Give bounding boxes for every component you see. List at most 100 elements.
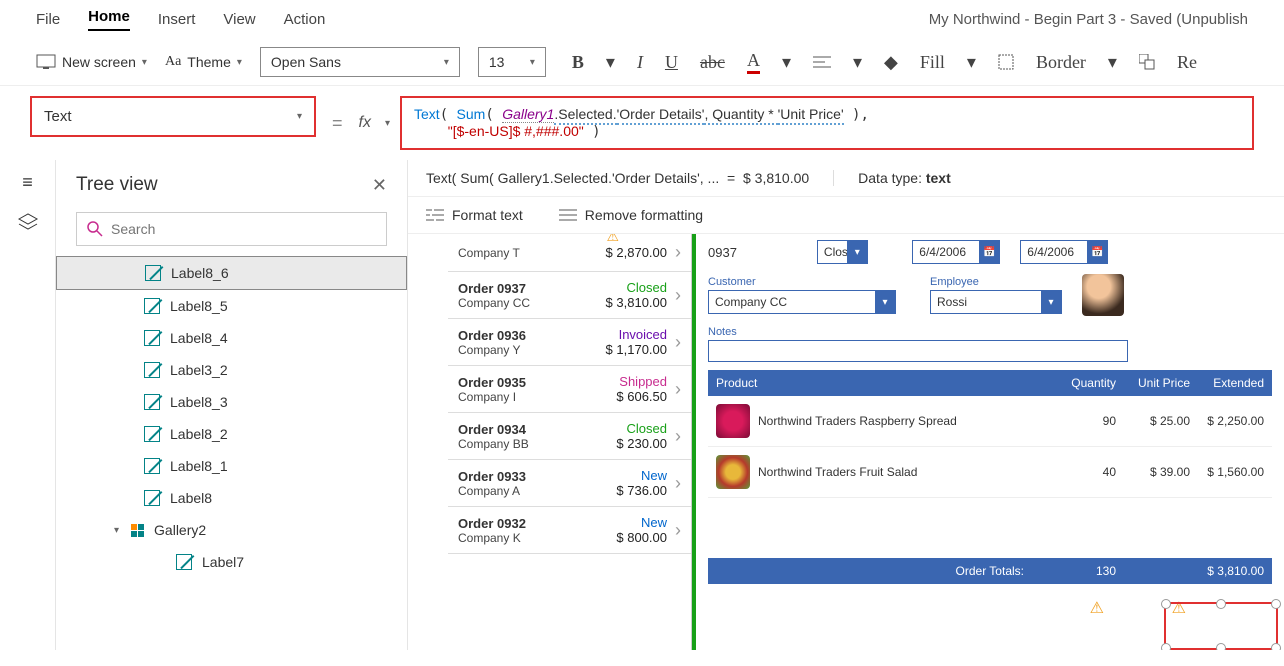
main-area: ≡ Tree view ✕ Label8_6Label8_5Label8_4La… — [0, 160, 1284, 650]
fx-label: fx — [359, 114, 371, 132]
format-text-button[interactable]: Format text — [426, 207, 523, 223]
tree-view-icon[interactable] — [17, 213, 39, 233]
bold-button[interactable]: B — [572, 52, 584, 73]
menu-file[interactable]: File — [36, 11, 60, 28]
remove-formatting-button[interactable]: Remove formatting — [559, 207, 703, 223]
underline-button[interactable]: U — [665, 52, 678, 73]
label-icon — [144, 458, 160, 474]
menu-bar: File Home Insert View Action My Northwin… — [0, 0, 1284, 39]
tree-item-label: Label8_6 — [171, 265, 229, 281]
chevron-right-icon: › — [675, 520, 681, 541]
gallery-icon — [131, 524, 144, 537]
tree-item[interactable]: Label8_4 — [56, 322, 407, 354]
order-item[interactable]: Order 0936Company YInvoiced$ 1,170.00› — [448, 319, 691, 366]
theme-button[interactable]: Aa Theme▾ — [165, 54, 242, 70]
tree-item-label: Label8_4 — [170, 330, 228, 346]
tree-item[interactable]: Label8_2 — [56, 418, 407, 450]
menu-home[interactable]: Home — [88, 8, 130, 31]
tree-item[interactable]: Label8_1 — [56, 450, 407, 482]
chevron-right-icon: › — [675, 242, 681, 263]
tree-item[interactable]: Label3_2 — [56, 354, 407, 386]
chevron-right-icon: › — [675, 473, 681, 494]
formula-format-bar: Format text Remove formatting — [408, 197, 1284, 234]
strike-button[interactable]: abc — [700, 52, 725, 73]
date1-picker[interactable]: 6/4/2006📅 — [912, 240, 1000, 264]
remove-format-icon — [559, 208, 577, 222]
label-icon — [144, 394, 160, 410]
customer-label: Customer — [708, 276, 896, 288]
hamburger-icon[interactable]: ≡ — [22, 172, 33, 193]
equals-sign: = — [332, 113, 343, 134]
new-screen-button[interactable]: New screen▾ — [36, 54, 147, 70]
notes-label: Notes — [708, 326, 1128, 338]
menu-action[interactable]: Action — [284, 11, 326, 28]
screen-icon — [36, 54, 56, 70]
tree-item[interactable]: Label8_6 — [56, 256, 407, 290]
product-image — [716, 404, 750, 438]
tree-view-title: Tree view — [76, 174, 158, 196]
search-icon — [87, 221, 103, 237]
tree-item[interactable]: Label7 — [56, 546, 407, 578]
employee-dropdown[interactable]: Rossi▾ — [930, 290, 1062, 314]
border-button[interactable] — [998, 54, 1014, 70]
label-icon — [144, 362, 160, 378]
status-dropdown[interactable]: Closed▾ — [817, 240, 868, 264]
product-row[interactable]: Northwind Traders Fruit Salad40$ 39.00$ … — [708, 447, 1272, 498]
chevron-right-icon: › — [675, 379, 681, 400]
right-pane: Text( Sum( Gallery1.Selected.'Order Deta… — [408, 160, 1284, 650]
order-item[interactable]: Order 0934Company BBClosed$ 230.00› — [448, 413, 691, 460]
property-select[interactable]: Text▾ — [30, 96, 316, 137]
chevron-right-icon: › — [675, 285, 681, 306]
format-icon — [426, 208, 444, 222]
product-row[interactable]: Northwind Traders Raspberry Spread90$ 25… — [708, 396, 1272, 447]
align-button[interactable] — [813, 55, 831, 69]
font-color-button[interactable]: A — [747, 50, 760, 74]
reorder-button[interactable] — [1139, 54, 1155, 70]
formula-bar[interactable]: Text( Sum( Gallery1.Selected.'Order Deta… — [400, 96, 1254, 150]
font-size-select[interactable]: 13▾ — [478, 47, 546, 77]
chevron-right-icon: › — [675, 426, 681, 447]
tree-search[interactable] — [76, 212, 387, 246]
order-totals-row: Order Totals: 130 $ 3,810.00 — [708, 558, 1272, 584]
notes-input[interactable] — [708, 340, 1128, 362]
menu-insert[interactable]: Insert — [158, 11, 196, 28]
order-item[interactable]: Order 0932Company KNew$ 800.00› — [448, 507, 691, 554]
tree-list[interactable]: Label8_6 Label8_5 Label8_4 Label3_2 Label8_3… — [56, 256, 407, 650]
label-icon — [144, 330, 160, 346]
chevron-right-icon: › — [675, 332, 681, 353]
order-item[interactable]: Order 0933Company ANew$ 736.00› — [448, 460, 691, 507]
canvas: ⚠Company T$ 2,870.00›Order 0937Company C… — [408, 234, 1284, 650]
tree-item-label: Label8_3 — [170, 394, 228, 410]
order-item[interactable]: Order 0935Company IShipped$ 606.50› — [448, 366, 691, 413]
label-icon — [144, 298, 160, 314]
warning-icon: ⚠ — [606, 234, 619, 245]
tree-item-label: Label3_2 — [170, 362, 228, 378]
fill-button[interactable]: ◆ — [884, 52, 898, 73]
tree-item[interactable]: ▾Gallery2 — [56, 514, 407, 546]
order-item[interactable]: ⚠Company T$ 2,870.00› — [448, 234, 691, 272]
tree-item[interactable]: Label8_3 — [56, 386, 407, 418]
detail-order-number: 0937 — [708, 245, 737, 260]
font-select[interactable]: Open Sans▾ — [260, 47, 460, 77]
menu-view[interactable]: View — [223, 11, 255, 28]
left-rail: ≡ — [0, 160, 56, 650]
tree-item-label: Label7 — [202, 554, 244, 570]
order-item[interactable]: Order 0937Company CCClosed$ 3,810.00› — [448, 272, 691, 319]
order-detail-form: 0937 Closed▾ 6/4/2006📅 6/4/2006📅 Custome… — [692, 234, 1284, 650]
tree-item-label: Label8_5 — [170, 298, 228, 314]
orders-gallery[interactable]: ⚠Company T$ 2,870.00›Order 0937Company C… — [448, 234, 692, 650]
warning-icon: ⚠ — [1172, 598, 1186, 618]
tree-search-input[interactable] — [111, 221, 376, 237]
italic-button[interactable]: I — [637, 52, 643, 73]
product-image — [716, 455, 750, 489]
tree-item[interactable]: Label8 — [56, 482, 407, 514]
date2-picker[interactable]: 6/4/2006📅 — [1020, 240, 1108, 264]
tree-item-label: Gallery2 — [154, 522, 206, 538]
tree-item[interactable]: Label8_5 — [56, 290, 407, 322]
close-panel-button[interactable]: ✕ — [372, 175, 387, 196]
customer-dropdown[interactable]: Company CC▾ — [708, 290, 896, 314]
home-toolbar: New screen▾ Aa Theme▾ Open Sans▾ 13▾ B▾ … — [0, 39, 1284, 86]
label-icon — [145, 265, 161, 281]
employee-label: Employee — [930, 276, 1062, 288]
text-format-group: B▾ I U abc A▾ ▾ ◆ Fill▾ Border▾ Re — [572, 50, 1197, 74]
